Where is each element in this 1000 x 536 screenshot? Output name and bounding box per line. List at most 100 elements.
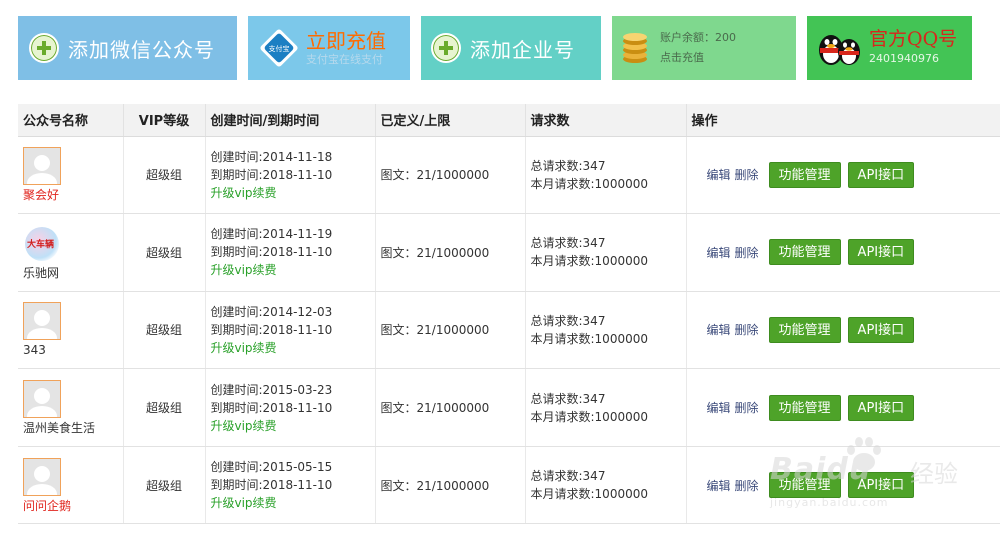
vip-level: 超级组 (123, 368, 206, 447)
function-manage-button[interactable]: 功能管理 (768, 239, 841, 266)
time-cell: 创建时间:2015-03-23 到期时间:2018-11-10 升级vip续费 (205, 368, 376, 447)
delete-link[interactable]: 删除 (735, 244, 759, 261)
header-account-name: 公众号名称 (18, 104, 124, 137)
created-time: 创建时间:2014-11-18 (210, 149, 333, 164)
time-cell: 创建时间:2015-05-15 到期时间:2018-11-10 升级vip续费 (205, 446, 376, 525)
table-header-row: 公众号名称 VIP等级 创建时间/到期时间 已定义/上限 请求数 操作 (18, 104, 1000, 137)
account-name[interactable]: 聚会好 (23, 188, 123, 202)
actions-cell: 编辑 删除 功能管理 API接口 (686, 291, 1000, 370)
edit-link[interactable]: 编辑 (707, 477, 731, 494)
account-cell: 大车辆 乐驰网 (18, 213, 124, 292)
created-time: 创建时间:2014-11-19 (210, 227, 333, 242)
delete-link[interactable]: 删除 (735, 166, 759, 183)
upgrade-vip-link[interactable]: 升级vip续费 (211, 184, 375, 202)
alipay-icon: 支付宝 (260, 29, 298, 67)
header-vip-level: VIP等级 (123, 104, 206, 137)
edit-link[interactable]: 编辑 (707, 244, 731, 261)
defined-limit: 图文：21/1000000 (375, 213, 526, 292)
account-balance-text: 账户余额：200 (660, 31, 736, 44)
balance-tile[interactable]: 账户余额：200 点击充值 (612, 16, 796, 80)
function-manage-button[interactable]: 功能管理 (768, 316, 841, 343)
account-name[interactable]: 问问企鹅 (23, 499, 123, 513)
expire-time: 到期时间:2018-11-10 (210, 478, 333, 493)
add-wechat-account-label: 添加微信公众号 (68, 37, 215, 62)
delete-link[interactable]: 删除 (735, 477, 759, 494)
plus-circle-icon (29, 33, 59, 63)
avatar[interactable] (23, 380, 61, 419)
edit-link[interactable]: 编辑 (707, 166, 731, 183)
api-interface-button[interactable]: API接口 (847, 316, 915, 343)
requests-cell: 总请求数:347 本月请求数:1000000 (525, 291, 687, 370)
requests-cell: 总请求数:347 本月请求数:1000000 (525, 136, 687, 215)
recharge-title: 立即充值 (306, 29, 386, 53)
official-qq-number: 2401940976 (869, 52, 939, 65)
month-requests: 本月请求数:1000000 (530, 176, 649, 191)
created-time: 创建时间:2015-05-15 (210, 460, 333, 475)
expire-time: 到期时间:2018-11-10 (210, 400, 333, 415)
function-manage-button[interactable]: 功能管理 (768, 161, 841, 188)
recharge-tile[interactable]: 支付宝 立即充值 支付宝在线支付 (248, 16, 410, 80)
expire-time: 到期时间:2018-11-10 (210, 322, 333, 337)
avatar[interactable] (23, 147, 61, 186)
api-interface-button[interactable]: API接口 (847, 472, 915, 499)
table-row: 343 超级组 创建时间:2014-12-03 到期时间:2018-11-10 … (18, 291, 1000, 370)
total-requests: 总请求数:347 (530, 313, 606, 328)
account-name[interactable]: 温州美食生活 (23, 421, 123, 435)
upgrade-vip-link[interactable]: 升级vip续费 (211, 417, 375, 435)
month-requests: 本月请求数:1000000 (530, 254, 649, 269)
total-requests: 总请求数:347 (530, 469, 606, 484)
account-cell: 343 (18, 291, 124, 370)
defined-limit: 图文：21/1000000 (375, 368, 526, 447)
table-row: 温州美食生活 超级组 创建时间:2015-03-23 到期时间:2018-11-… (18, 368, 1000, 447)
avatar[interactable]: 大车辆 (23, 224, 61, 263)
qq-penguin-icon (819, 35, 860, 65)
total-requests: 总请求数:347 (530, 236, 606, 251)
api-interface-button[interactable]: API接口 (847, 394, 915, 421)
requests-cell: 总请求数:347 本月请求数:1000000 (525, 446, 687, 525)
account-cell: 问问企鹅 (18, 446, 124, 525)
table-row: 大车辆 乐驰网 超级组 创建时间:2014-11-19 到期时间:2018-11… (18, 213, 1000, 292)
vip-level: 超级组 (123, 136, 206, 215)
edit-link[interactable]: 编辑 (707, 321, 731, 338)
header-request-count: 请求数 (525, 104, 687, 137)
total-requests: 总请求数:347 (530, 391, 606, 406)
vip-level: 超级组 (123, 291, 206, 370)
defined-limit: 图文：21/1000000 (375, 446, 526, 525)
add-enterprise-account-tile[interactable]: 添加企业号 (421, 16, 601, 80)
avatar-logo-text: 大车辆 (27, 239, 55, 250)
avatar[interactable] (23, 302, 61, 341)
avatar[interactable] (23, 457, 61, 496)
add-enterprise-account-label: 添加企业号 (470, 37, 575, 62)
top-action-tiles: 添加微信公众号 支付宝 立即充值 支付宝在线支付 添加企业号 账户余额：200 … (18, 16, 1000, 80)
requests-cell: 总请求数:347 本月请求数:1000000 (525, 213, 687, 292)
function-manage-button[interactable]: 功能管理 (768, 472, 841, 499)
time-cell: 创建时间:2014-12-03 到期时间:2018-11-10 升级vip续费 (205, 291, 376, 370)
official-qq-title: 官方QQ号 (869, 28, 958, 50)
account-name[interactable]: 乐驰网 (23, 266, 123, 280)
delete-link[interactable]: 删除 (735, 399, 759, 416)
upgrade-vip-link[interactable]: 升级vip续费 (211, 339, 375, 357)
click-recharge-link[interactable]: 点击充值 (660, 48, 736, 68)
header-defined-limit: 已定义/上限 (375, 104, 526, 137)
upgrade-vip-link[interactable]: 升级vip续费 (211, 494, 375, 512)
plus-circle-icon (431, 33, 461, 63)
account-cell: 温州美食生活 (18, 368, 124, 447)
api-interface-button[interactable]: API接口 (847, 161, 915, 188)
created-time: 创建时间:2015-03-23 (210, 382, 333, 397)
function-manage-button[interactable]: 功能管理 (768, 394, 841, 421)
actions-cell: 编辑 删除 功能管理 API接口 (686, 368, 1000, 447)
api-interface-button[interactable]: API接口 (847, 239, 915, 266)
upgrade-vip-link[interactable]: 升级vip续费 (211, 261, 375, 279)
official-qq-tile[interactable]: 官方QQ号 2401940976 (807, 16, 972, 80)
add-wechat-account-tile[interactable]: 添加微信公众号 (18, 16, 237, 80)
coins-icon (623, 33, 647, 63)
time-cell: 创建时间:2014-11-18 到期时间:2018-11-10 升级vip续费 (205, 136, 376, 215)
defined-limit: 图文：21/1000000 (375, 136, 526, 215)
month-requests: 本月请求数:1000000 (530, 487, 649, 502)
expire-time: 到期时间:2018-11-10 (210, 167, 333, 182)
created-time: 创建时间:2014-12-03 (210, 304, 333, 319)
edit-link[interactable]: 编辑 (707, 399, 731, 416)
month-requests: 本月请求数:1000000 (530, 409, 649, 424)
delete-link[interactable]: 删除 (735, 321, 759, 338)
account-name[interactable]: 343 (23, 343, 123, 357)
